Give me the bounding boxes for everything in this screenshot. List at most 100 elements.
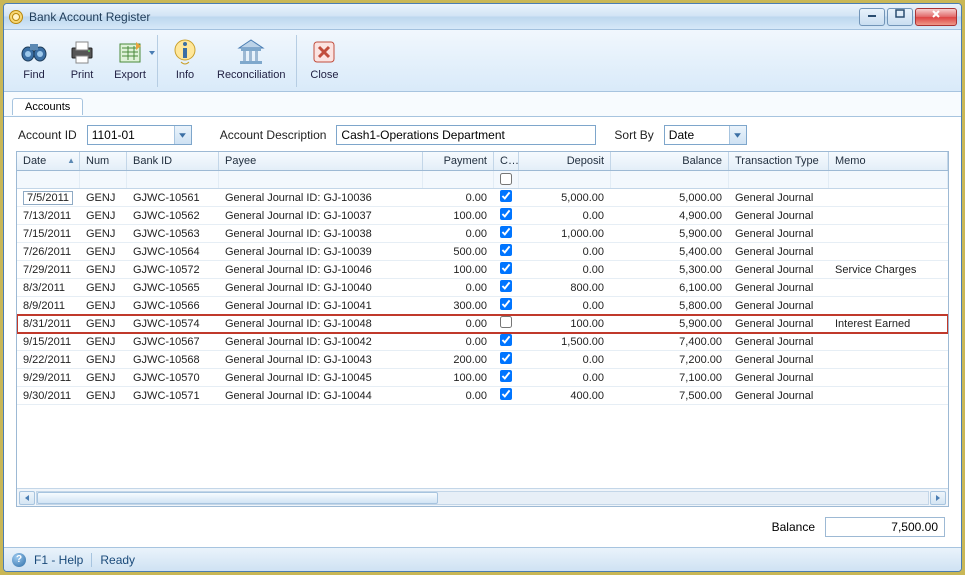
tab-accounts[interactable]: Accounts	[12, 98, 83, 115]
balance-label: Balance	[772, 520, 815, 534]
cell-clr	[494, 369, 519, 386]
clr-checkbox[interactable]	[500, 370, 512, 382]
col-deposit[interactable]: Deposit	[519, 152, 611, 170]
table-row[interactable]: 8/31/2011GENJGJWC-10574General Journal I…	[17, 315, 948, 333]
balance-value[interactable]	[825, 517, 945, 537]
table-row[interactable]: 7/15/2011GENJGJWC-10563General Journal I…	[17, 225, 948, 243]
col-ttype[interactable]: Transaction Type	[729, 152, 829, 170]
clr-checkbox[interactable]	[500, 244, 512, 256]
clr-checkbox[interactable]	[500, 226, 512, 238]
export-button[interactable]: Export	[106, 33, 154, 83]
account-id-input[interactable]	[88, 126, 174, 144]
cell-deposit: 0.00	[519, 263, 611, 277]
cell-memo	[829, 215, 948, 217]
cell-bankid: GJWC-10563	[127, 227, 219, 241]
col-memo[interactable]: Memo	[829, 152, 948, 170]
cell-payee: General Journal ID: GJ-10040	[219, 281, 423, 295]
table-row[interactable]: 8/9/2011GENJGJWC-10566General Journal ID…	[17, 297, 948, 315]
sortby-combo[interactable]	[664, 125, 747, 145]
table-row[interactable]: 7/29/2011GENJGJWC-10572General Journal I…	[17, 261, 948, 279]
cell-date: 8/9/2011	[17, 299, 80, 313]
cell-memo	[829, 377, 948, 379]
account-id-combo[interactable]	[87, 125, 192, 145]
cell-balance: 7,400.00	[611, 335, 729, 349]
cell-bankid: GJWC-10564	[127, 245, 219, 259]
horizontal-scrollbar[interactable]	[17, 488, 948, 506]
reconciliation-button[interactable]: Reconciliation	[209, 33, 293, 83]
cell-clr	[494, 261, 519, 278]
app-icon	[8, 9, 24, 25]
chevron-down-icon[interactable]	[729, 126, 746, 144]
cell-payment: 100.00	[423, 209, 494, 223]
cell-ttype: General Journal	[729, 281, 829, 295]
account-desc-input[interactable]	[336, 125, 596, 145]
scroll-track[interactable]	[36, 491, 929, 505]
col-payee[interactable]: Payee	[219, 152, 423, 170]
cell-balance: 5,800.00	[611, 299, 729, 313]
cell-memo	[829, 341, 948, 343]
table-row[interactable]: 7/5/2011GENJGJWC-10561General Journal ID…	[17, 189, 948, 207]
cell-payee: General Journal ID: GJ-10036	[219, 191, 423, 205]
clr-checkbox[interactable]	[500, 262, 512, 274]
clr-checkbox[interactable]	[500, 298, 512, 310]
cell-num: GENJ	[80, 335, 127, 349]
clr-checkbox[interactable]	[500, 334, 512, 346]
scroll-left-arrow[interactable]	[19, 491, 35, 505]
find-button[interactable]: Find	[10, 33, 58, 83]
cell-bankid: GJWC-10572	[127, 263, 219, 277]
register-grid: Date Num Bank ID Payee Payment Clr Depos…	[16, 151, 949, 507]
col-clr[interactable]: Clr	[494, 152, 519, 170]
cell-ttype: General Journal	[729, 209, 829, 223]
print-button[interactable]: Print	[58, 33, 106, 83]
cell-ttype: General Journal	[729, 227, 829, 241]
help-icon[interactable]: ?	[12, 553, 26, 567]
clr-checkbox[interactable]	[500, 352, 512, 364]
cell-num: GENJ	[80, 281, 127, 295]
cell-payment: 100.00	[423, 263, 494, 277]
clr-checkbox[interactable]	[500, 388, 512, 400]
status-separator	[91, 553, 92, 567]
cell-bankid: GJWC-10566	[127, 299, 219, 313]
col-date[interactable]: Date	[17, 152, 80, 170]
cell-ttype: General Journal	[729, 191, 829, 205]
table-row[interactable]: 9/29/2011GENJGJWC-10570General Journal I…	[17, 369, 948, 387]
filter-clr-checkbox[interactable]	[500, 173, 512, 185]
col-bankid[interactable]: Bank ID	[127, 152, 219, 170]
cell-memo	[829, 287, 948, 289]
clr-checkbox[interactable]	[500, 190, 512, 202]
close-window-button[interactable]	[915, 8, 957, 26]
clr-checkbox[interactable]	[500, 316, 512, 328]
clr-checkbox[interactable]	[500, 208, 512, 220]
cell-ttype: General Journal	[729, 317, 829, 331]
scroll-thumb[interactable]	[37, 492, 438, 504]
col-payment[interactable]: Payment	[423, 152, 494, 170]
sortby-input[interactable]	[665, 126, 729, 144]
scroll-right-arrow[interactable]	[930, 491, 946, 505]
chevron-down-icon[interactable]	[174, 126, 191, 144]
minimize-button[interactable]	[859, 8, 885, 26]
cell-ttype: General Journal	[729, 299, 829, 313]
cell-payment: 0.00	[423, 335, 494, 349]
col-balance[interactable]: Balance	[611, 152, 729, 170]
clr-checkbox[interactable]	[500, 280, 512, 292]
cell-memo	[829, 359, 948, 361]
chevron-down-icon[interactable]	[148, 48, 156, 60]
cell-payee: General Journal ID: GJ-10045	[219, 371, 423, 385]
help-hint[interactable]: F1 - Help	[34, 553, 83, 567]
cell-deposit: 0.00	[519, 245, 611, 259]
tabstrip: Accounts	[4, 92, 961, 117]
table-row[interactable]: 9/15/2011GENJGJWC-10567General Journal I…	[17, 333, 948, 351]
maximize-button[interactable]	[887, 8, 913, 26]
table-row[interactable]: 7/26/2011GENJGJWC-10564General Journal I…	[17, 243, 948, 261]
table-row[interactable]: 7/13/2011GENJGJWC-10562General Journal I…	[17, 207, 948, 225]
col-num[interactable]: Num	[80, 152, 127, 170]
cell-bankid: GJWC-10565	[127, 281, 219, 295]
close-button[interactable]: Close	[300, 33, 348, 83]
table-row[interactable]: 8/3/2011GENJGJWC-10565General Journal ID…	[17, 279, 948, 297]
info-button[interactable]: Info	[161, 33, 209, 83]
cell-num: GENJ	[80, 389, 127, 403]
table-row[interactable]: 9/30/2011GENJGJWC-10571General Journal I…	[17, 387, 948, 405]
filter-bar: Account ID Account Description Sort By	[4, 117, 961, 151]
cell-memo: Interest Earned	[829, 317, 948, 331]
table-row[interactable]: 9/22/2011GENJGJWC-10568General Journal I…	[17, 351, 948, 369]
